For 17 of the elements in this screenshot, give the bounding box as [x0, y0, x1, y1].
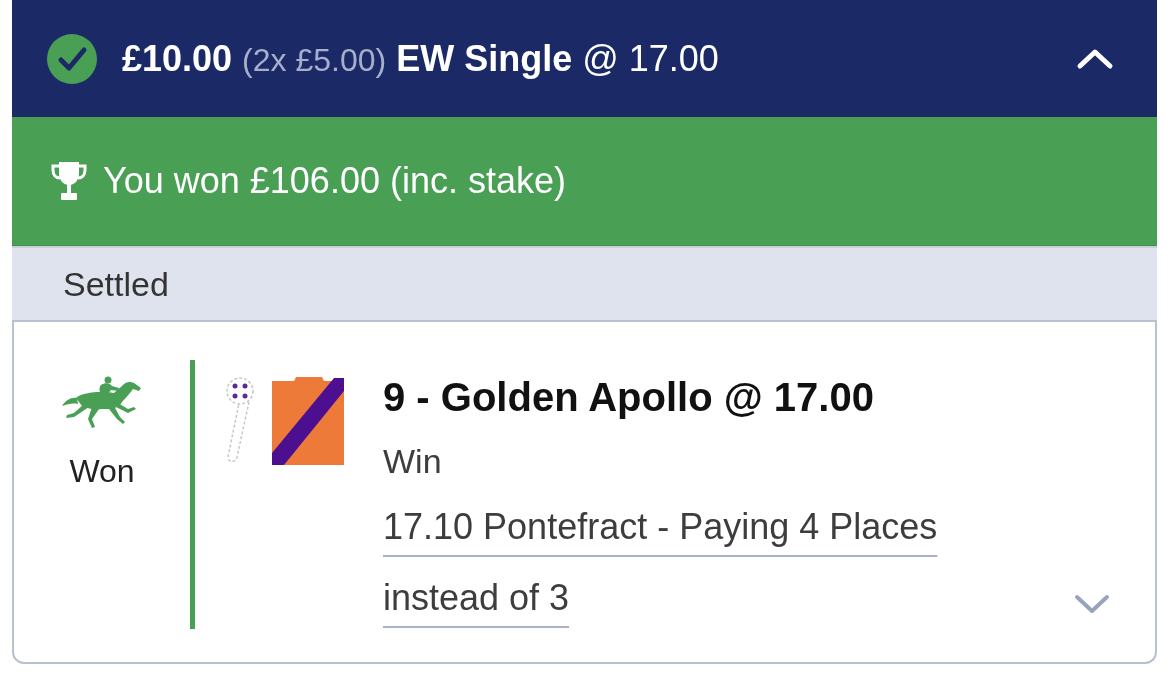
chevron-up-icon [1075, 46, 1115, 71]
check-circle-icon [47, 33, 97, 84]
selection-title: 9 - Golden Apollo @ 17.00 [383, 374, 874, 420]
status-label: Settled [63, 263, 169, 305]
horse-rider-icon [62, 376, 142, 430]
collapse-button[interactable] [1075, 46, 1115, 71]
result-label: Won [69, 452, 135, 491]
bet-odds: @ 17.00 [582, 36, 719, 81]
stake-amount: £10.00 [122, 36, 233, 81]
jockey-silks-icon [224, 375, 344, 465]
trophy-icon [50, 161, 88, 201]
race-link[interactable]: 17.10 Pontefract - Paying 4 Places instead of 3 [383, 491, 963, 633]
chevron-down-icon [1073, 593, 1111, 615]
bet-type: EW Single [396, 36, 573, 81]
stake-breakdown: (2x £5.00) [242, 40, 387, 80]
winnings-text: You won £106.00 (inc. stake) [103, 159, 566, 203]
market-label: Win [383, 441, 442, 482]
